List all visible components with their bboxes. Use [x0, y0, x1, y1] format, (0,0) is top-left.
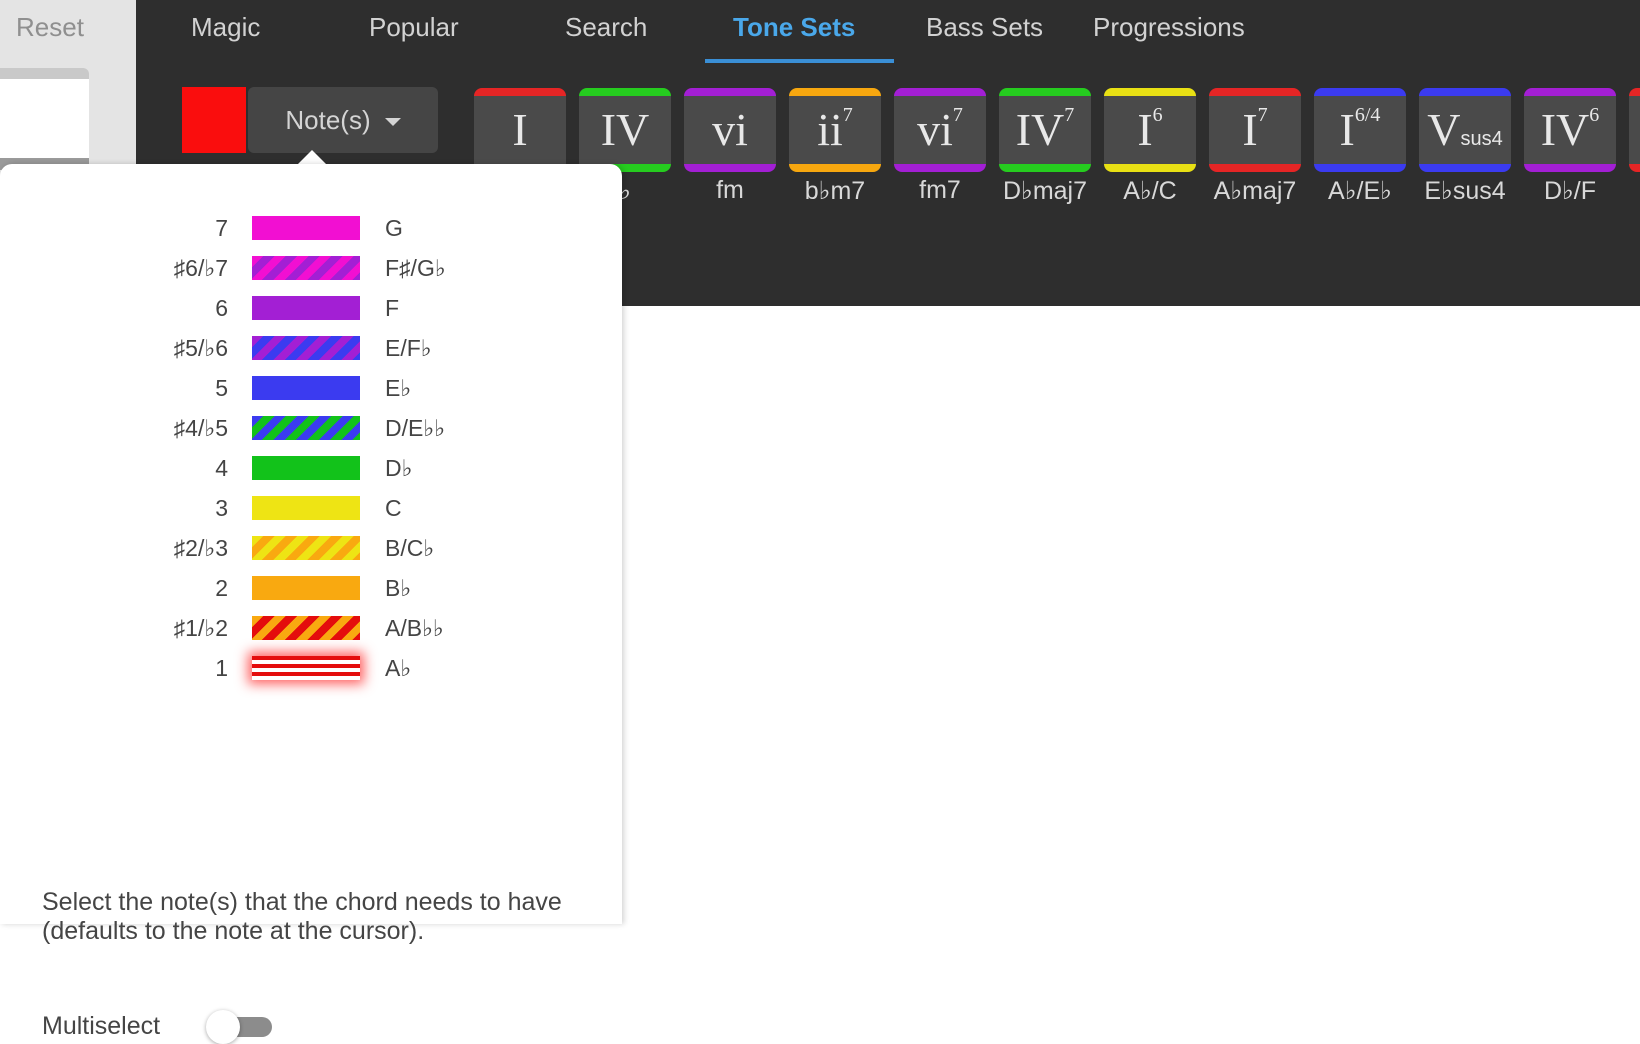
chord-numeral: IV6 — [1540, 104, 1600, 155]
chord-numeral: IV7 — [1015, 104, 1075, 155]
note-color-bar[interactable] — [252, 456, 360, 480]
note-row[interactable]: 7G — [0, 208, 520, 248]
note-name: F♯/G♭ — [385, 255, 446, 281]
chord-card[interactable]: Vsus4 — [1419, 88, 1511, 172]
note-color-bar-selected[interactable] — [252, 656, 360, 680]
scale-degree: 7 — [215, 215, 228, 241]
note-color-bar[interactable] — [252, 376, 360, 400]
note-row[interactable]: 6F — [0, 288, 520, 328]
selected-color-swatch[interactable] — [182, 87, 246, 153]
chord-numeral: ii7 — [817, 104, 853, 155]
chord-numeral: IV — [600, 104, 650, 155]
note-name: E/F♭ — [385, 335, 432, 361]
scale-degree: 1 — [215, 655, 228, 681]
chord-card[interactable]: I7 — [1209, 88, 1301, 172]
scale-degree: ♯1/♭2 — [173, 615, 228, 641]
note-row[interactable]: 1 A♭ — [0, 648, 520, 688]
sidebar-card[interactable] — [0, 68, 89, 169]
note-row[interactable]: 3C — [0, 488, 520, 528]
notes-dropdown[interactable]: Note(s) — [248, 87, 438, 153]
note-name: E♭ — [385, 375, 412, 401]
chord-name: fm — [716, 176, 744, 204]
chord-card[interactable]: IV7 — [999, 88, 1091, 172]
chord-name: E♭sus4 — [1424, 177, 1506, 205]
tab-progressions[interactable]: Progressions — [1093, 12, 1245, 43]
note-color-bar[interactable] — [252, 496, 360, 520]
note-color-bar[interactable] — [252, 576, 360, 600]
note-row[interactable]: ♯2/♭3 B/C♭ — [0, 528, 520, 568]
note-row[interactable]: ♯4/♭5 D/E♭♭ — [0, 408, 520, 448]
tab-search[interactable]: Search — [565, 12, 647, 43]
note-name: A♭ — [385, 655, 412, 681]
chord-card[interactable]: IV6 — [1524, 88, 1616, 172]
tab-bass-sets[interactable]: Bass Sets — [926, 12, 1043, 43]
note-name: F — [385, 295, 400, 321]
chord-name: A♭/E♭ — [1328, 177, 1392, 205]
note-color-bar[interactable] — [252, 216, 360, 240]
caret-down-icon — [384, 117, 401, 126]
chord-card[interactable]: vi — [684, 88, 776, 172]
note-name: B♭ — [385, 575, 412, 601]
scale-degree: ♯2/♭3 — [173, 535, 228, 561]
note-color-bar[interactable] — [252, 296, 360, 320]
chord-name: A♭/C — [1123, 177, 1177, 205]
multiselect-toggle[interactable] — [206, 1010, 272, 1044]
note-row[interactable]: ♯6/♭7 F♯/G♭ — [0, 248, 520, 288]
tab-magic[interactable]: Magic — [191, 12, 260, 43]
chord-card[interactable]: IV — [579, 88, 671, 172]
note-name: A/B♭♭ — [385, 615, 444, 641]
note-row[interactable]: ♯5/♭6 E/F♭ — [0, 328, 520, 368]
help-text: Select the note(s) that the chord needs … — [42, 888, 562, 945]
chord-name: A♭maj7 — [1213, 177, 1297, 205]
note-color-bar[interactable] — [252, 536, 360, 560]
chord-card[interactable]: I6/4 — [1314, 88, 1406, 172]
scale-degree: 4 — [215, 455, 228, 481]
chord-card[interactable] — [1629, 88, 1640, 172]
note-row[interactable]: ♯1/♭2 A/B♭♭ — [0, 608, 520, 648]
scale-degree: 3 — [215, 495, 228, 521]
active-tab-indicator — [705, 59, 894, 63]
note-color-bar[interactable] — [252, 336, 360, 360]
chord-card[interactable]: ii7 — [789, 88, 881, 172]
scale-degree: 2 — [215, 575, 228, 601]
note-name: G — [385, 215, 403, 241]
chord-numeral: I7 — [1242, 104, 1268, 155]
tab-popular[interactable]: Popular — [369, 12, 459, 43]
notes-dropdown-label: Note(s) — [285, 104, 371, 135]
toggle-knob — [206, 1010, 240, 1044]
chord-card[interactable]: I6 — [1104, 88, 1196, 172]
note-row[interactable]: 2 B♭ — [0, 568, 520, 608]
chord-card[interactable]: I — [474, 88, 566, 172]
chord-name: D♭maj7 — [1002, 177, 1088, 205]
scale-degree: 6 — [215, 295, 228, 321]
scale-degree: 5 — [215, 375, 228, 401]
chord-numeral: I — [512, 104, 528, 155]
scale-degree: ♯4/♭5 — [173, 415, 228, 441]
reset-button[interactable]: Reset — [16, 12, 84, 43]
note-row[interactable]: 4 D♭ — [0, 448, 520, 488]
chord-numeral: vi — [712, 104, 748, 155]
chord-name: D♭/F — [1543, 177, 1597, 205]
chord-numeral: I6 — [1137, 104, 1163, 155]
note-picker-popup: 7 G ♯6/♭7 F♯/G♭ 6 F ♯5/♭6 E/F♭ 5 E♭ ♯4/♭5 D/E♭♭ 4 D♭ 3… — [0, 164, 622, 1044]
scale-degree: ♯5/♭6 — [173, 335, 228, 361]
scale-degree: ♯6/♭7 — [173, 255, 228, 281]
multiselect-label: Multiselect — [42, 1012, 161, 1040]
note-row[interactable]: 5 E♭ — [0, 368, 520, 408]
note-color-bar[interactable] — [252, 616, 360, 640]
chord-card[interactable]: vi7 — [894, 88, 986, 172]
chord-name: b♭m7 — [804, 177, 866, 205]
chord-name: fm7 — [919, 176, 961, 204]
chord-numeral: I6/4 — [1339, 104, 1381, 155]
note-name: D/E♭♭ — [385, 415, 446, 441]
note-name: C — [385, 495, 402, 521]
chord-numeral: Vsus4 — [1427, 104, 1503, 155]
tab-tone-sets[interactable]: Tone Sets — [733, 12, 855, 43]
chord-numeral: vi7 — [917, 104, 963, 155]
note-color-bar[interactable] — [252, 256, 360, 280]
note-name: B/C♭ — [385, 535, 435, 561]
note-color-bar[interactable] — [252, 416, 360, 440]
note-name: D♭ — [385, 455, 413, 481]
